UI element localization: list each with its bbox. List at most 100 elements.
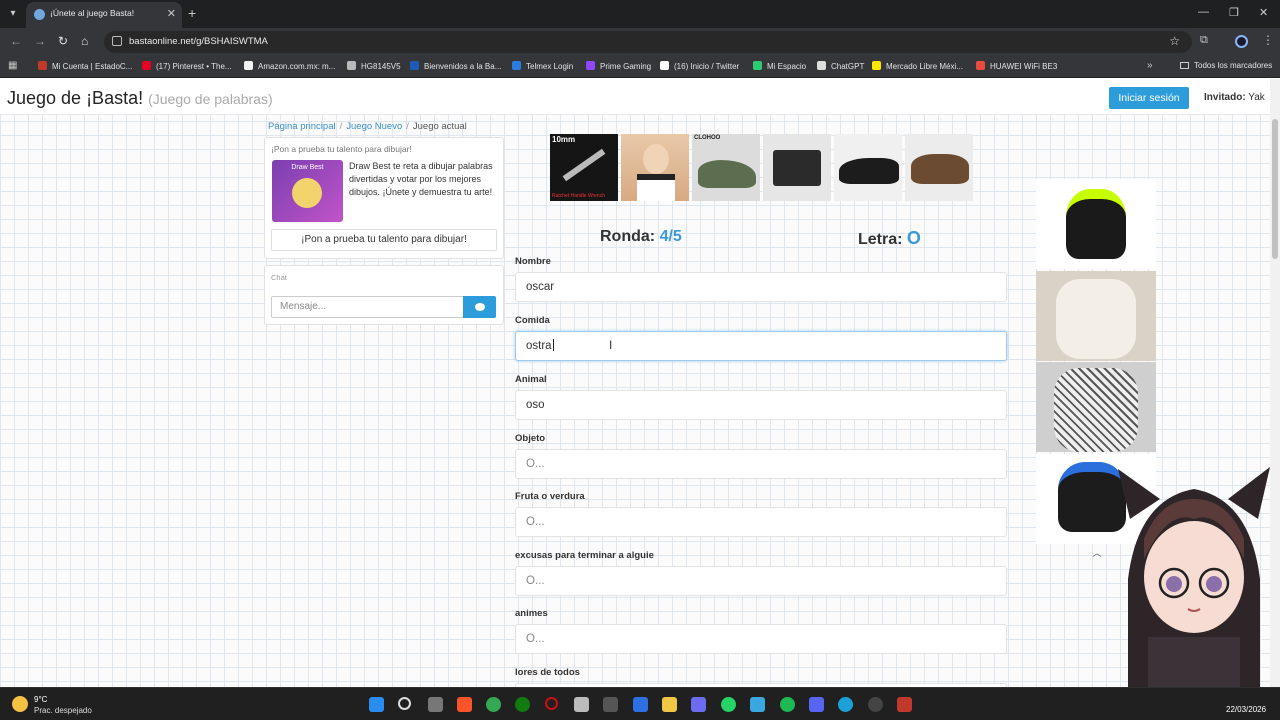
xbox-icon[interactable] [515, 697, 530, 712]
spotify-icon[interactable] [780, 697, 795, 712]
bookmark-favicon-icon [244, 61, 253, 70]
promo-description: Draw Best te reta a dibujar palabras div… [349, 161, 493, 197]
extensions-icon[interactable]: ⧉ [1200, 34, 1208, 47]
text-caret [552, 339, 554, 351]
file-explorer-icon[interactable] [662, 697, 677, 712]
field-input-excusas[interactable]: O... [515, 566, 1007, 596]
discord-icon[interactable] [809, 697, 824, 712]
promo-cta-button[interactable]: ¡Pon a prueba tu talento para dibujar! [271, 229, 497, 251]
bookmark-star-icon[interactable]: ☆ [1169, 34, 1180, 48]
breadcrumb-current: Juego actual [412, 121, 467, 132]
speech-bubble-icon [475, 303, 485, 311]
brave-browser-icon[interactable] [457, 697, 472, 712]
browser-tab-active[interactable]: ¡Únete al juego Basta! ✕ [26, 2, 182, 28]
bookmark-item[interactable]: Telmex Login [512, 61, 573, 71]
site-title[interactable]: Juego de ¡Basta! (Juego de palabras) [7, 88, 273, 109]
ad-green-shoe-image[interactable]: CLOHOO [692, 134, 760, 201]
microsoft-store-icon[interactable] [574, 697, 589, 712]
bookmarks-overflow-icon[interactable]: » [1147, 60, 1153, 71]
weather-sun-icon[interactable] [12, 696, 28, 712]
bookmark-item[interactable]: Amazon.com.mx: m... [244, 61, 335, 71]
bookmark-item[interactable]: (16) Inicio / Twitter [660, 61, 739, 71]
bookmark-item[interactable]: HG8145V5 [347, 61, 401, 71]
start-windows-icon[interactable] [369, 697, 384, 712]
whatsapp-icon[interactable] [721, 697, 736, 712]
photos-app-icon[interactable] [750, 697, 765, 712]
login-button[interactable]: Iniciar sesión [1109, 87, 1189, 109]
opera-icon[interactable] [545, 697, 558, 710]
field-input-nombre[interactable]: oscar [515, 272, 1007, 302]
breadcrumb-home-link[interactable]: Página principal [268, 121, 336, 132]
field-label-colores: lores de todos [515, 667, 580, 678]
weather-temperature[interactable]: 9°C [34, 695, 47, 704]
ad-wallet-image[interactable] [763, 134, 831, 201]
bookmark-favicon-icon [38, 61, 47, 70]
url-text[interactable]: bastaonline.net/g/BSHAISWTMA [129, 36, 268, 47]
task-view-icon[interactable] [428, 697, 443, 712]
bookmark-item[interactable]: Mercado Libre Méxi... [872, 61, 963, 71]
field-input-animal[interactable]: oso [515, 390, 1007, 420]
ad-wrench-image[interactable]: 10mm Ratchet Handle Wrench [550, 134, 618, 201]
omnibox[interactable]: bastaonline.net/g/BSHAISWTMA ☆ [104, 31, 1192, 53]
profile-avatar-icon[interactable] [1235, 35, 1248, 48]
streamer-vtuber-avatar [1118, 467, 1270, 687]
window-close-icon[interactable]: ✕ [1259, 6, 1268, 19]
guest-user: Invitado: Yak [1204, 92, 1265, 103]
ad-banner-strip[interactable]: 10mm Ratchet Handle Wrench CLOHOO [550, 134, 973, 201]
field-input-objeto[interactable]: O... [515, 449, 1007, 479]
ad-jacket-image[interactable] [1036, 362, 1156, 452]
editor-app-icon[interactable] [633, 697, 648, 712]
home-icon[interactable]: ⌂ [81, 34, 88, 48]
ad-gloves-image[interactable] [1036, 179, 1156, 269]
field-input-comida[interactable]: ostra [515, 331, 1007, 361]
edge-icon[interactable] [838, 697, 853, 712]
minimize-icon[interactable]: — [1198, 6, 1209, 18]
app-cube-icon[interactable] [603, 697, 618, 712]
chat-message-input[interactable]: Mensaje... [271, 296, 464, 318]
ad-sandal-image[interactable] [905, 134, 973, 201]
bookmark-label: Prime Gaming [600, 62, 652, 71]
bookmark-label: HUAWEI WiFi BE3 [990, 62, 1058, 71]
chat-send-button[interactable] [463, 296, 496, 318]
tab-close-icon[interactable]: ✕ [167, 7, 176, 20]
bookmark-item[interactable]: (17) Pinterest • The... [142, 61, 232, 71]
draw-best-logo-image[interactable]: Draw Best [272, 160, 343, 222]
new-tab-button[interactable]: + [188, 5, 196, 21]
ad-costume-image[interactable] [621, 134, 689, 201]
tool-app-icon[interactable] [691, 697, 706, 712]
weather-description[interactable]: Prac. despejado [34, 706, 92, 715]
bookmark-favicon-icon [976, 61, 985, 70]
bookmark-item[interactable]: Prime Gaming [586, 61, 651, 71]
breadcrumb-new-game-link[interactable]: Juego Nuevo [346, 121, 402, 132]
bookmark-item[interactable]: Mi Cuenta | EstadoC... [38, 61, 132, 71]
field-input-animes[interactable]: O... [515, 624, 1007, 654]
bookmark-item[interactable]: Bienvenidos a la Ba... [410, 61, 501, 71]
field-label-nombre: Nombre [515, 256, 551, 267]
restore-icon[interactable]: ❐ [1229, 6, 1239, 19]
all-bookmarks-folder[interactable]: Todos los marcadores [1180, 61, 1272, 70]
apps-grid-icon[interactable]: ▦ [8, 60, 17, 71]
letter-indicator: Letra: O [858, 228, 921, 248]
reload-icon[interactable]: ↻ [58, 34, 68, 48]
web-page: Juego de ¡Basta! (Juego de palabras) Ini… [0, 79, 1280, 687]
forward-icon[interactable]: → [34, 34, 46, 48]
back-icon[interactable]: ← [10, 34, 22, 48]
page-scrollbar[interactable] [1270, 79, 1280, 687]
ad-black-shoe-image[interactable] [834, 134, 902, 201]
field-input-fruta[interactable]: O... [515, 507, 1007, 537]
obs-icon[interactable] [868, 697, 883, 712]
bookmark-item[interactable]: ChatGPT [817, 61, 864, 71]
chrome-icon[interactable] [486, 697, 501, 712]
page-scrollbar-thumb[interactable] [1272, 119, 1278, 259]
search-icon[interactable] [398, 697, 411, 710]
field-label-animes: animes [515, 608, 548, 619]
bookmark-item[interactable]: Mi Espacio [753, 61, 806, 71]
browser-menu-icon[interactable]: ⋮ [1262, 33, 1274, 47]
ads-collapse-chevron-up-icon[interactable]: ︿ [1089, 546, 1105, 558]
site-info-icon[interactable] [112, 36, 122, 46]
taskbar-date[interactable]: 22/03/2026 [1226, 705, 1266, 714]
bookmark-item[interactable]: HUAWEI WiFi BE3 [976, 61, 1057, 71]
ad-blouse-image[interactable] [1036, 271, 1156, 361]
tab-search-button[interactable]: ▾ [4, 5, 22, 23]
pinned-app-icon[interactable] [897, 697, 912, 712]
